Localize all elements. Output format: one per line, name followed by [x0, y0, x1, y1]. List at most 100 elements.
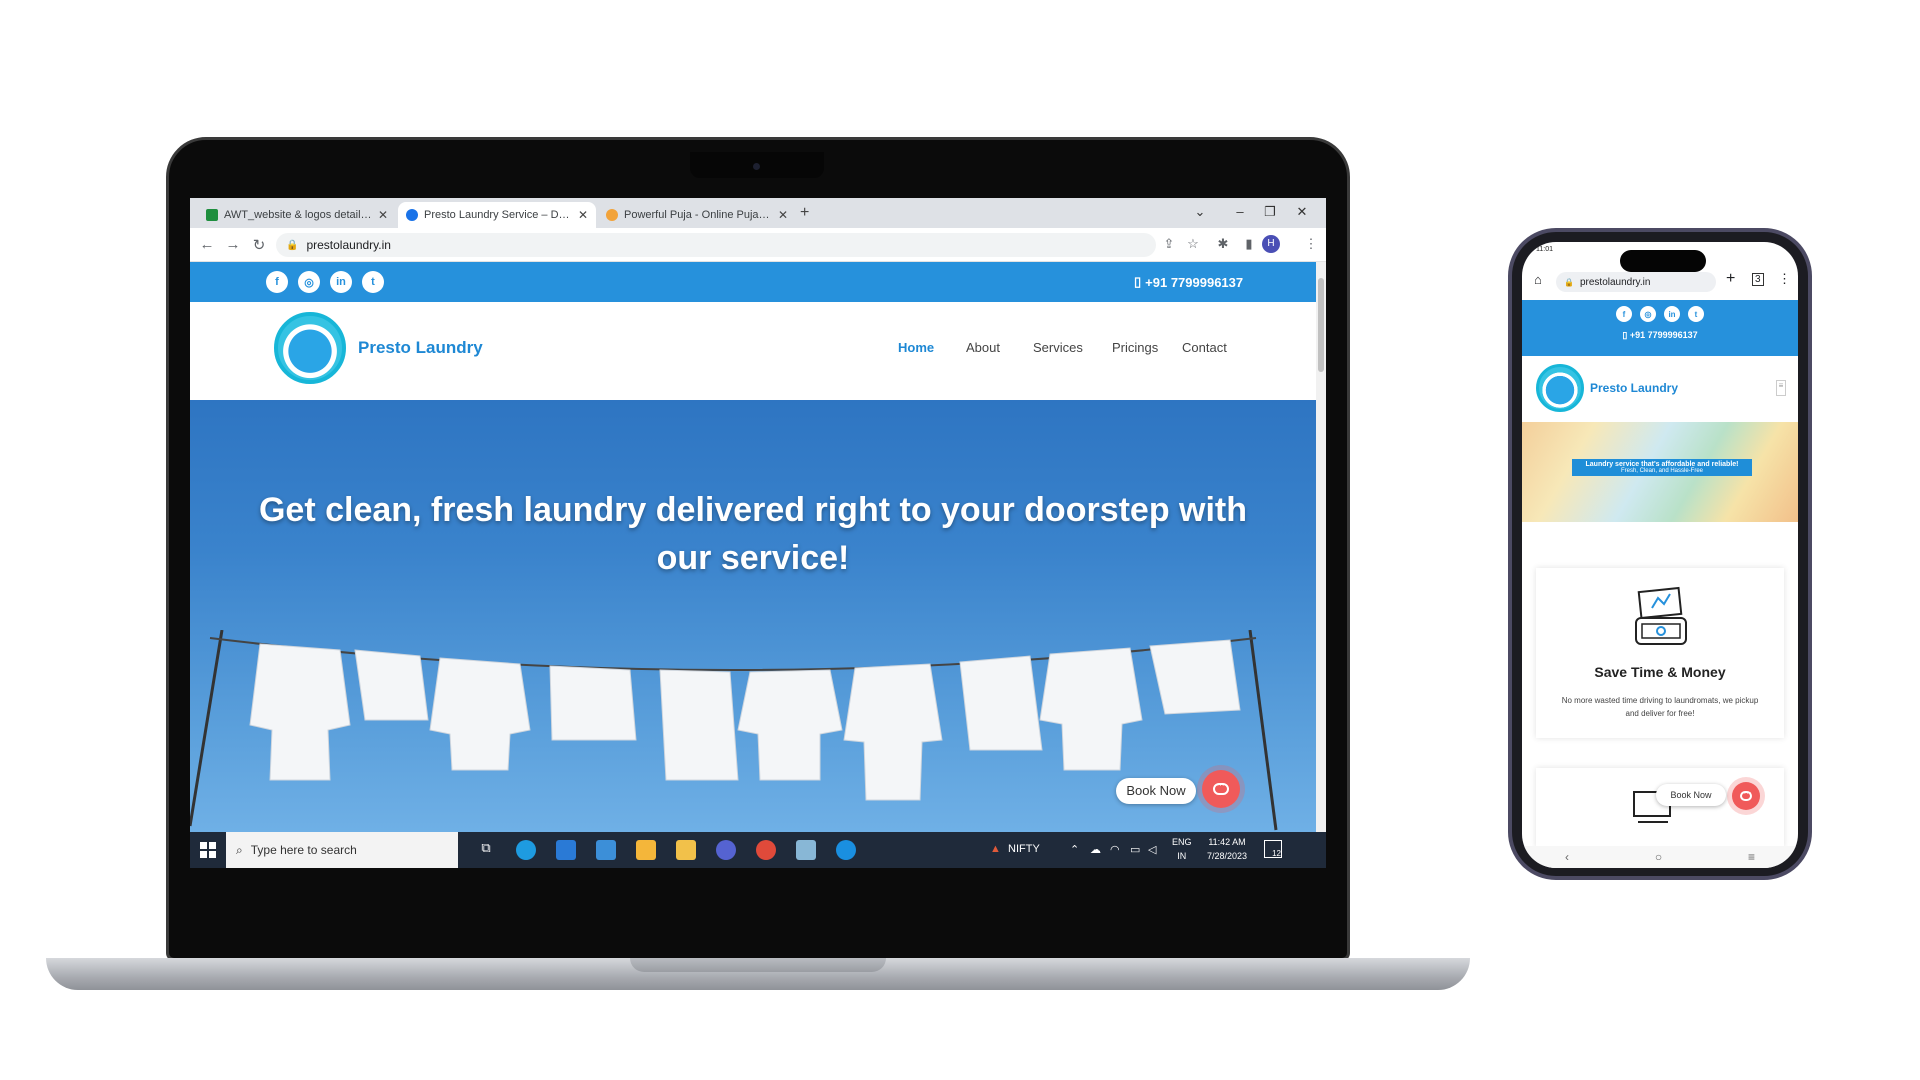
close-icon[interactable]: ✕ [778, 208, 788, 222]
book-now-label[interactable]: Book Now [1116, 778, 1196, 804]
hero-section: Get clean, fresh laundry delivered right… [190, 400, 1316, 832]
new-tab-button[interactable]: + [800, 204, 809, 222]
new-tab-icon[interactable]: + [1726, 270, 1735, 288]
url-text: prestolaundry.in [306, 238, 391, 252]
menu-kebab-icon[interactable]: ⋮ [1302, 236, 1320, 252]
address-bar[interactable]: 🔒 prestolaundry.in [276, 233, 1156, 257]
scrollbar-thumb[interactable] [1318, 278, 1324, 372]
teams-icon[interactable] [716, 840, 736, 860]
battery-icon[interactable]: ▭ [1130, 843, 1140, 856]
phone-contact[interactable]: ▯ +91 7799996137 [1522, 330, 1798, 341]
search-placeholder: Type here to search [250, 843, 357, 857]
presto-laundry-logo[interactable] [1536, 364, 1584, 412]
restore-button[interactable]: ❐ [1260, 204, 1280, 220]
book-now-label[interactable]: Book Now [1656, 784, 1726, 806]
hero-heading: Get clean, fresh laundry delivered right… [258, 491, 1248, 577]
chat-button[interactable] [1202, 770, 1240, 808]
skype-icon[interactable] [836, 840, 856, 860]
forward-icon[interactable]: → [224, 236, 242, 253]
tab-powerful-puja[interactable]: Powerful Puja - Online Puja Servi ✕ [598, 202, 796, 228]
linkedin-icon[interactable]: in [1664, 306, 1680, 322]
brand-name[interactable]: Presto Laundry [358, 338, 483, 358]
clock[interactable]: 11:42 AM 7/28/2023 [1200, 835, 1254, 863]
phone-hero-banner: Laundry service that's affordable and re… [1522, 422, 1798, 522]
site-topbar: f ◎ in t ▯ +91 7799996137 [190, 262, 1316, 302]
twitter-icon[interactable]: t [362, 271, 384, 293]
twitter-icon[interactable]: t [1688, 306, 1704, 322]
menu-kebab-icon[interactable]: ⋮ [1778, 271, 1791, 287]
webcam [753, 163, 760, 170]
banner-label: Laundry service that's affordable and re… [1572, 459, 1752, 476]
share-icon[interactable]: ⇪ [1160, 236, 1178, 252]
presto-laundry-logo[interactable] [274, 312, 346, 384]
clock-date: 7/28/2023 [1206, 851, 1248, 861]
nav-contact[interactable]: Contact [1182, 340, 1227, 355]
chat-button[interactable] [1732, 782, 1760, 810]
side-panel-icon[interactable]: ▮ [1240, 236, 1258, 252]
chrome-icon[interactable] [756, 840, 776, 860]
tab-switcher-icon[interactable]: 3 [1752, 273, 1764, 286]
instagram-icon[interactable]: ◎ [298, 271, 320, 293]
notification-center-icon[interactable]: 12 [1264, 840, 1282, 858]
profile-avatar[interactable]: H [1262, 235, 1280, 253]
phone-screen: 11:01 ⌂ 🔒 prestolaundry.in + 3 ⋮ f ◎ in … [1522, 242, 1798, 868]
reload-icon[interactable]: ↻ [250, 236, 268, 254]
linkedin-icon[interactable]: in [330, 271, 352, 293]
volume-icon[interactable]: ◁ [1148, 843, 1156, 856]
notepad-icon[interactable] [796, 840, 816, 860]
stock-ticker[interactable]: NIFTY [1008, 843, 1040, 855]
back-nav-icon[interactable]: ‹ [1565, 850, 1569, 864]
wifi-icon[interactable]: ◠ [1110, 843, 1120, 856]
windows-start-icon[interactable] [200, 842, 216, 858]
window-close-button[interactable]: ✕ [1292, 204, 1312, 220]
tab-awt-website[interactable]: AWT_website & logos details - G ✕ [198, 202, 396, 228]
cloud-icon[interactable]: ☁ [1090, 843, 1101, 856]
phone-site-topbar: f ◎ in t ▯ +91 7799996137 [1522, 300, 1798, 356]
phone-address-bar[interactable]: 🔒 prestolaundry.in [1556, 272, 1716, 292]
file-explorer-icon[interactable] [676, 840, 696, 860]
nav-services[interactable]: Services [1033, 340, 1083, 355]
mobile-phone-icon: ▯ [1134, 274, 1142, 289]
tab-search-dropdown-icon[interactable]: ⌄ [1190, 204, 1210, 220]
instagram-icon[interactable]: ◎ [1640, 306, 1656, 322]
site-favicon-icon [406, 209, 418, 221]
mobile-phone-icon: ▯ [1622, 330, 1628, 340]
mail-icon[interactable] [596, 840, 616, 860]
nav-home[interactable]: Home [898, 340, 934, 355]
taskbar-search[interactable]: ⌕ Type here to search [226, 832, 458, 868]
hamburger-menu-icon[interactable]: ≡ [1776, 380, 1786, 396]
task-view-icon[interactable]: ⧉ [476, 840, 496, 860]
language-indicator[interactable]: ENG IN [1172, 835, 1192, 863]
vscode-icon[interactable] [556, 840, 576, 860]
close-icon[interactable]: ✕ [578, 208, 588, 222]
home-icon[interactable]: ⌂ [1534, 272, 1542, 287]
phone-contact[interactable]: ▯ +91 7799996137 [1134, 274, 1243, 290]
extensions-icon[interactable]: ✱ [1214, 236, 1232, 252]
facebook-icon[interactable]: f [266, 271, 288, 293]
brand-name[interactable]: Presto Laundry [1590, 381, 1678, 395]
store-icon[interactable] [636, 840, 656, 860]
close-icon[interactable]: ✕ [378, 208, 388, 222]
recents-nav-icon[interactable]: ≡ [1748, 850, 1755, 864]
home-nav-icon[interactable]: ○ [1655, 850, 1662, 864]
chat-bubble-icon [1740, 787, 1752, 801]
banner-subtitle: Fresh, Clean, and Hassle-Free [1620, 468, 1704, 474]
site-header: Presto Laundry Home About Services Prici… [190, 302, 1316, 400]
phone-site-header: Presto Laundry ≡ [1522, 356, 1798, 422]
sheets-icon [206, 209, 218, 221]
card-text: No more wasted time driving to laundroma… [1561, 696, 1759, 718]
lock-icon: 🔒 [286, 239, 299, 251]
back-icon[interactable]: ← [198, 236, 216, 253]
minimize-button[interactable]: – [1230, 204, 1250, 219]
tab-presto-laundry[interactable]: Presto Laundry Service – Dry Cle ✕ [398, 202, 596, 228]
facebook-icon[interactable]: f [1616, 306, 1632, 322]
nav-about[interactable]: About [966, 340, 1000, 355]
tray-overflow-icon[interactable]: ⌃ [1070, 843, 1079, 856]
nav-pricings[interactable]: Pricings [1112, 340, 1158, 355]
phone-number: +91 7799996137 [1629, 330, 1698, 340]
phone-number: +91 7799996137 [1145, 274, 1244, 290]
laptop-bezel [190, 868, 1326, 954]
bookmark-star-icon[interactable]: ☆ [1184, 236, 1202, 252]
tab-title: Powerful Puja - Online Puja Servi [624, 209, 772, 221]
edge-icon[interactable] [516, 840, 536, 860]
